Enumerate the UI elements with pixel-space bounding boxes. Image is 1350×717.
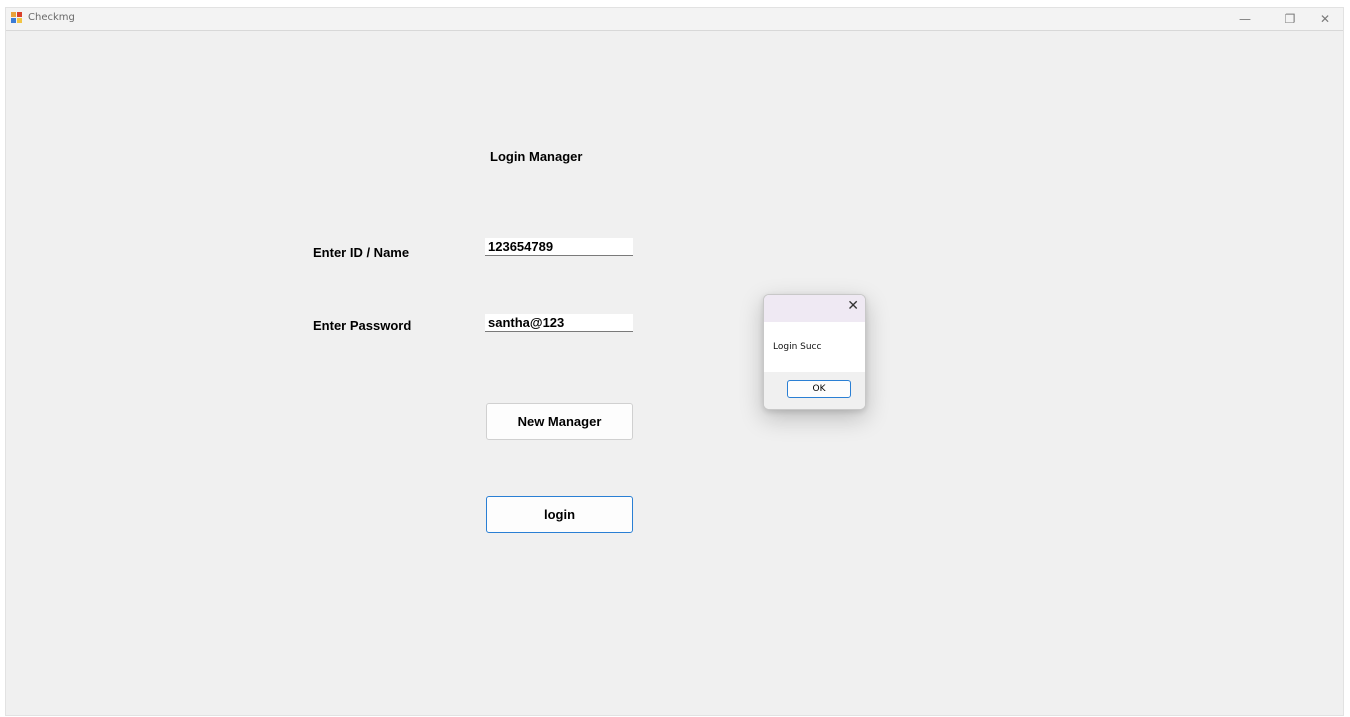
restore-button[interactable]: ❐ (1272, 8, 1308, 30)
form-heading: Login Manager (490, 149, 583, 164)
minimize-icon: — (1239, 12, 1251, 26)
login-button[interactable]: login (486, 496, 633, 533)
dialog-footer: OK (764, 372, 865, 409)
message-box: ✕ Login Succ OK (763, 294, 866, 410)
dialog-title-bar[interactable]: ✕ (764, 295, 865, 322)
close-icon: ✕ (1319, 12, 1331, 26)
id-input[interactable] (485, 238, 633, 256)
window-title: Checkmg (28, 12, 75, 23)
dialog-message: Login Succ (773, 342, 822, 352)
app-icon (11, 12, 22, 23)
app-window: Checkmg — ❐ ✕ Login Manager Enter ID / N… (5, 7, 1344, 716)
new-manager-button[interactable]: New Manager (486, 403, 633, 440)
id-label: Enter ID / Name (313, 245, 410, 260)
password-label: Enter Password (313, 318, 412, 333)
dialog-close-icon[interactable]: ✕ (847, 298, 859, 314)
minimize-button[interactable]: — (1227, 8, 1263, 30)
ok-button[interactable]: OK (787, 380, 851, 398)
close-button[interactable]: ✕ (1307, 8, 1343, 30)
title-bar[interactable]: Checkmg — ❐ ✕ (6, 8, 1343, 31)
restore-icon: ❐ (1284, 12, 1296, 26)
password-input[interactable] (485, 314, 633, 332)
